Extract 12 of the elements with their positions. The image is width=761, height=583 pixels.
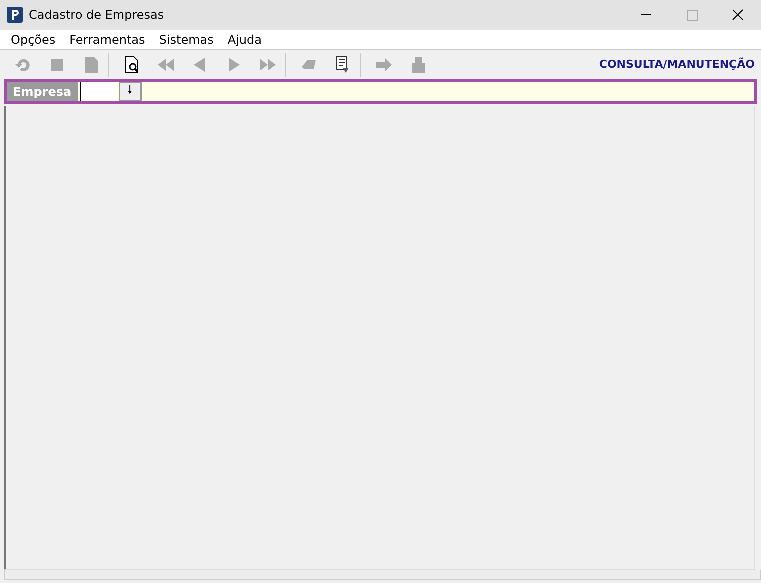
report-icon[interactable] <box>334 56 352 74</box>
menu-item[interactable]: Sistemas <box>152 32 221 46</box>
mode-label: CONSULTA/MANUTENÇÃO <box>599 58 755 71</box>
app-logo-icon <box>7 7 23 23</box>
input-field[interactable] <box>80 82 117 101</box>
menu-item[interactable]: Opções <box>4 32 63 46</box>
menu-item[interactable]: Ajuda <box>220 32 269 46</box>
field-label: Empresa <box>7 82 78 101</box>
lookup-button[interactable]: 🠗 <box>119 82 141 101</box>
menu-item[interactable]: Ferramentas <box>62 32 152 46</box>
window-title: Cadastro de Empresas <box>29 8 166 22</box>
preview-icon[interactable] <box>123 56 141 74</box>
